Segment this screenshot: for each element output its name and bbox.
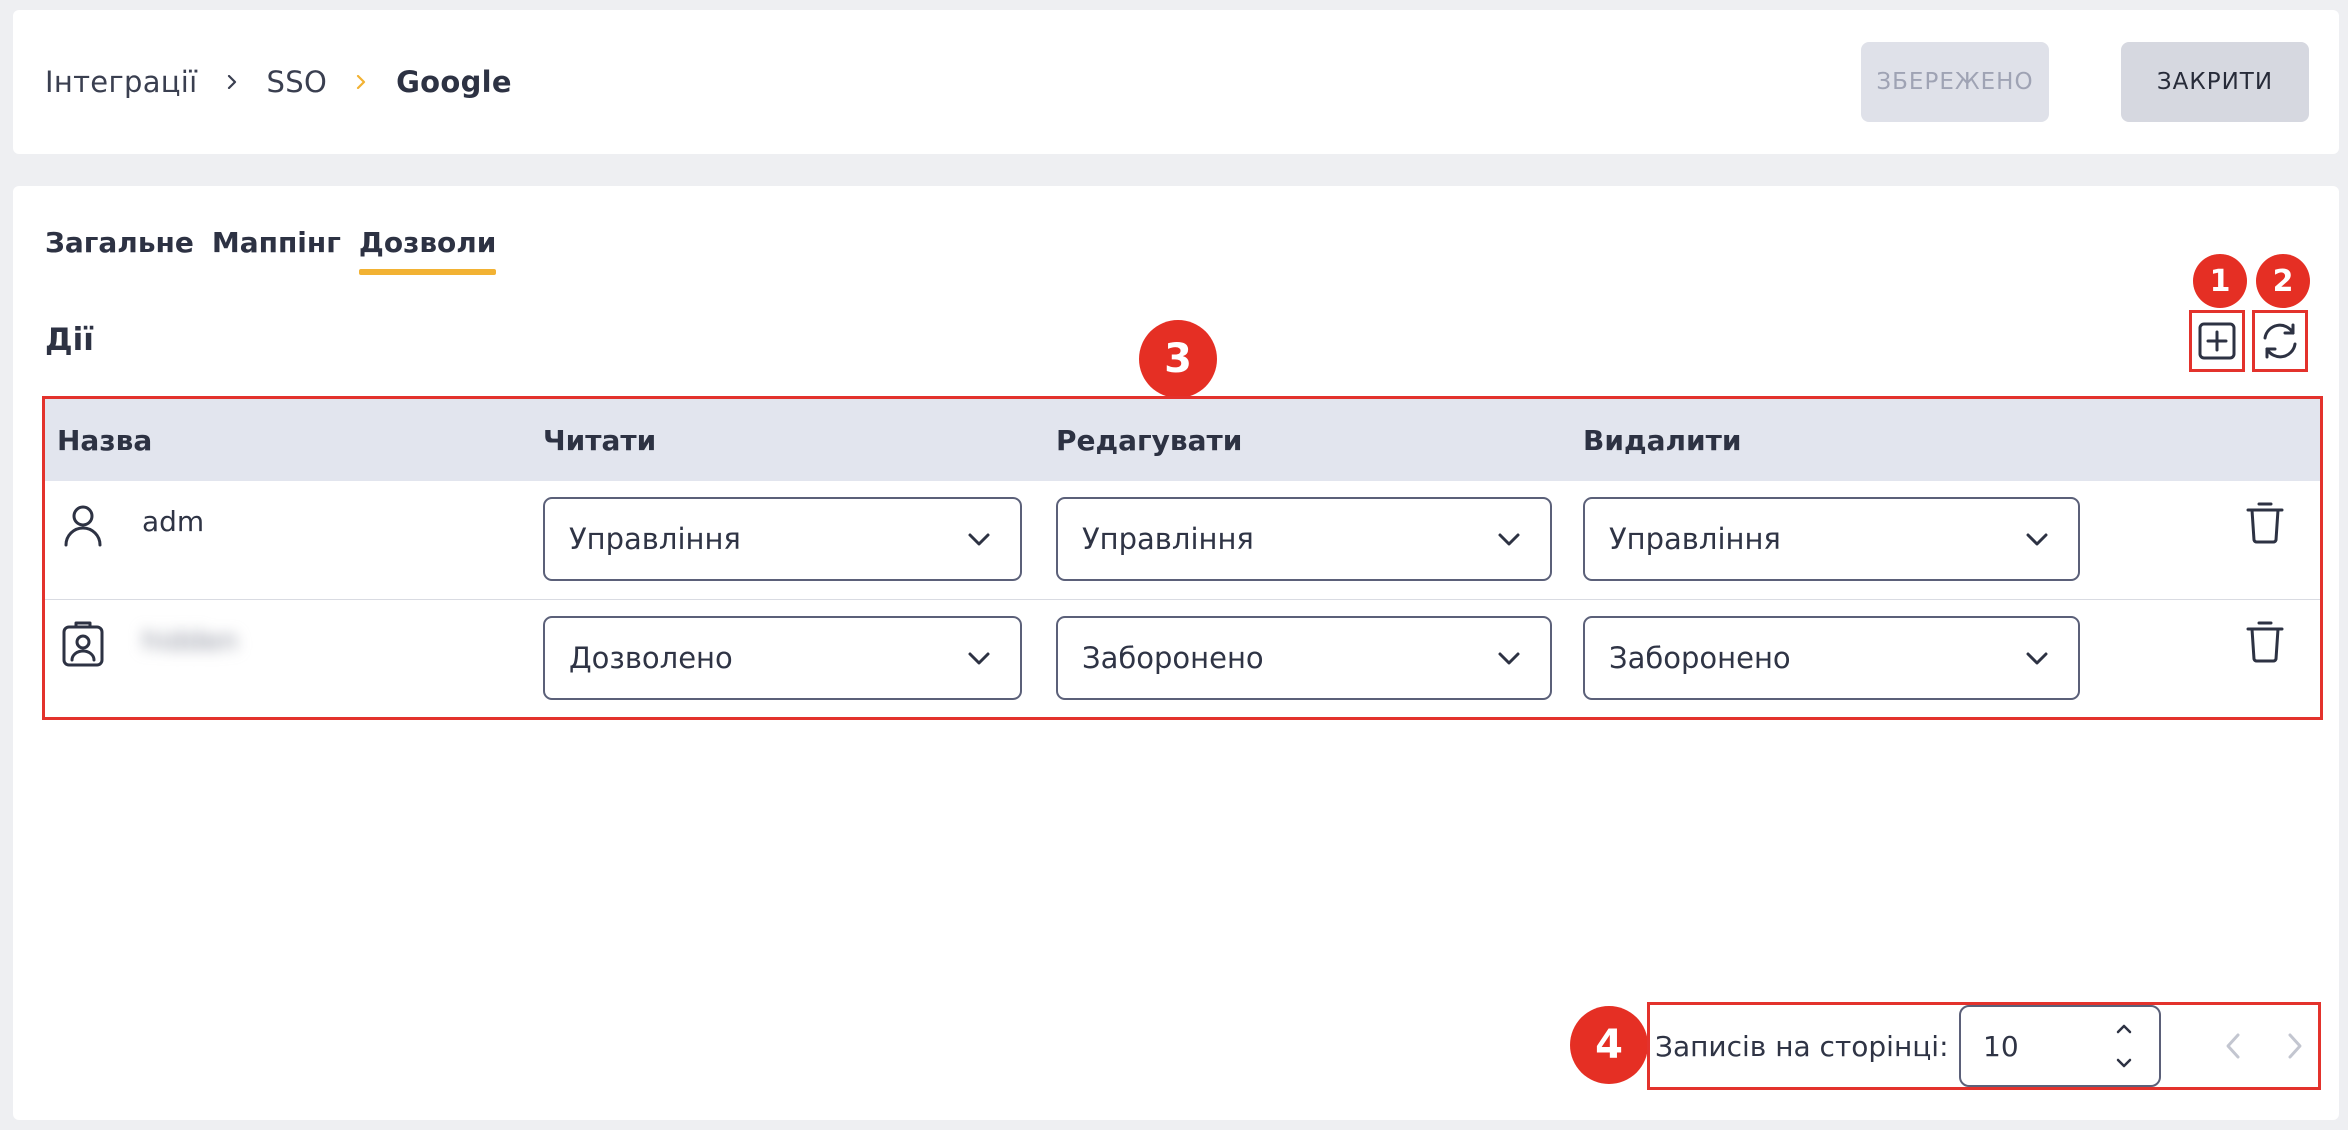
- edit-permission-select[interactable]: Управління: [1056, 497, 1552, 581]
- select-value: Управління: [1082, 522, 1254, 556]
- permissions-panel: Загальне Маппінг Дозволи Дії 1 2 3 Назва…: [13, 186, 2339, 1120]
- pagination: Записів на сторінці: 10: [1647, 1002, 2321, 1090]
- select-value: Управління: [1609, 522, 1781, 556]
- annotation-badge-3: 3: [1139, 320, 1217, 398]
- chevron-down-icon: [1498, 652, 1520, 665]
- add-button[interactable]: [2189, 310, 2245, 372]
- chevron-right-icon[interactable]: [2281, 1029, 2309, 1063]
- table-header: Назва Читати Редагувати Видалити: [45, 399, 2320, 481]
- chevron-down-icon: [1498, 533, 1520, 546]
- select-value: Управління: [569, 522, 741, 556]
- permissions-table: Назва Читати Редагувати Видалити adm Упр…: [42, 396, 2323, 720]
- tab-bar: Загальне Маппінг Дозволи: [45, 226, 514, 275]
- breadcrumb-sso[interactable]: SSO: [267, 65, 328, 99]
- annotation-badge-2: 2: [2256, 254, 2310, 308]
- page-size-label: Записів на сторінці:: [1655, 1029, 1949, 1063]
- table-row: hidden Дозволено Заборонено Заборонено: [45, 600, 2320, 719]
- delete-permission-select[interactable]: Заборонено: [1583, 616, 2080, 700]
- row-name: hidden: [142, 624, 239, 657]
- header-bar: Інтеграції SSO Google ЗБЕРЕЖЕНО ЗАКРИТИ: [13, 10, 2339, 154]
- edit-permission-select[interactable]: Заборонено: [1056, 616, 1552, 700]
- annotation-badge-4: 4: [1570, 1006, 1648, 1084]
- refresh-button[interactable]: [2252, 310, 2308, 372]
- select-value: Дозволено: [569, 641, 733, 675]
- chevron-left-icon[interactable]: [2219, 1029, 2247, 1063]
- trash-icon[interactable]: [2244, 499, 2286, 545]
- column-header-delete: Видалити: [1583, 423, 1742, 457]
- delete-permission-select[interactable]: Управління: [1583, 497, 2080, 581]
- annotation-badge-1: 1: [2193, 254, 2247, 308]
- chevron-down-icon: [968, 652, 990, 665]
- refresh-icon: [2263, 323, 2297, 359]
- chevron-down-icon: [968, 533, 990, 546]
- column-header-name: Назва: [57, 423, 153, 457]
- read-permission-select[interactable]: Дозволено: [543, 616, 1022, 700]
- breadcrumb-integrations[interactable]: Інтеграції: [45, 65, 198, 99]
- tab-general[interactable]: Загальне: [45, 226, 194, 275]
- tab-permissions[interactable]: Дозволи: [358, 226, 496, 275]
- table-row: adm Управління Управління Управління: [45, 481, 2320, 600]
- trash-icon[interactable]: [2244, 618, 2286, 664]
- saved-button[interactable]: ЗБЕРЕЖЕНО: [1861, 42, 2049, 122]
- chevron-down-icon: [2026, 652, 2048, 665]
- breadcrumb: Інтеграції SSO Google: [45, 10, 512, 154]
- chevron-down-icon: [2026, 533, 2048, 546]
- page-size-value: 10: [1983, 1029, 2019, 1063]
- column-header-edit: Редагувати: [1056, 423, 1243, 457]
- group-badge-icon: [62, 621, 104, 667]
- tab-mapping[interactable]: Маппінг: [212, 226, 341, 275]
- user-icon: [64, 505, 102, 547]
- select-value: Заборонено: [1082, 641, 1264, 675]
- section-title: Дії: [45, 322, 94, 358]
- chevron-right-icon: [354, 75, 368, 89]
- chevron-right-icon: [225, 75, 239, 89]
- select-value: Заборонено: [1609, 641, 1791, 675]
- page-size-stepper[interactable]: 10: [1959, 1005, 2161, 1087]
- breadcrumb-google: Google: [396, 65, 512, 99]
- read-permission-select[interactable]: Управління: [543, 497, 1022, 581]
- plus-square-icon: [2198, 322, 2236, 360]
- chevron-down-icon[interactable]: [2113, 1053, 2135, 1073]
- column-header-read: Читати: [543, 423, 657, 457]
- row-name: adm: [142, 505, 205, 538]
- close-button[interactable]: ЗАКРИТИ: [2121, 42, 2309, 122]
- chevron-up-icon[interactable]: [2113, 1019, 2135, 1039]
